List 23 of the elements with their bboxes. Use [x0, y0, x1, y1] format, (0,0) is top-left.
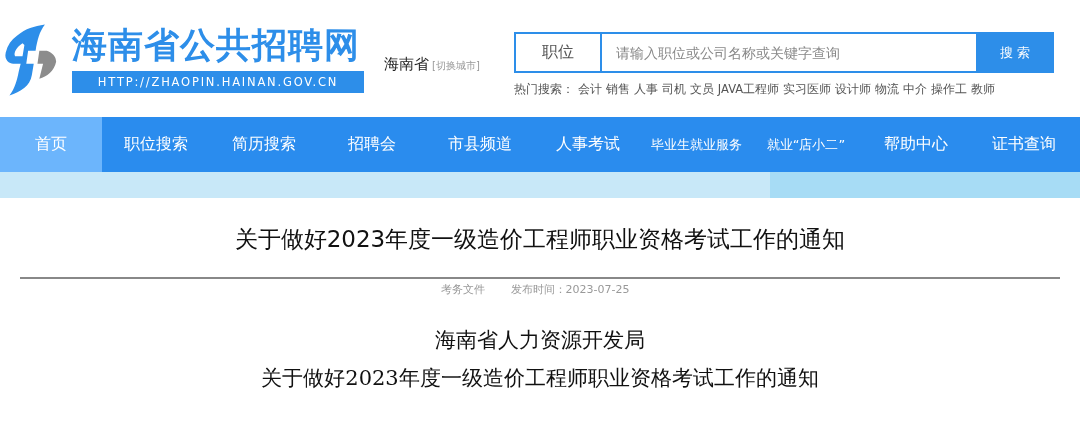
hot-search-link[interactable]: 会计 — [577, 82, 602, 97]
hot-search-link[interactable]: 设计师 — [835, 82, 872, 97]
hot-search-link[interactable]: 物流 — [875, 82, 900, 97]
hot-search-link[interactable]: 中介 — [903, 82, 928, 97]
site-url: HTTP://ZHAOPIN.HAINAN.GOV.CN — [72, 71, 364, 93]
body-heading: 关于做好2023年度一级造价工程师职业资格考试工作的通知 — [260, 365, 820, 392]
publish-date: 发布时间：2023-07-25 — [510, 282, 630, 297]
hot-search-link[interactable]: 实习医师 — [783, 82, 832, 97]
search-field[interactable]: 请输入职位或公司名称或关键字查询 — [601, 32, 976, 73]
hot-search-link[interactable]: JAVA工程师 — [717, 82, 780, 97]
hot-search-link[interactable]: 文员 — [689, 82, 714, 97]
body-heading: 海南省人力资源开发局 — [434, 327, 646, 354]
hot-search-link[interactable]: 司机 — [661, 82, 686, 97]
hot-search-link[interactable]: 操作工 — [931, 82, 968, 97]
city-name: 海南省 — [384, 55, 429, 73]
category-select[interactable]: 职位 — [513, 32, 602, 73]
hot-search-link[interactable]: 销售 — [605, 82, 630, 97]
site-name: 海南省公共招聘网 — [72, 24, 361, 67]
hot-search-link[interactable]: 教师 — [971, 82, 996, 97]
hot-search-label: 热门搜索： — [513, 82, 574, 97]
hot-search-link[interactable]: 人事 — [633, 82, 658, 97]
article-category: 考务文件 — [440, 282, 485, 297]
article-title: 关于做好2023年度一级造价工程师职业资格考试工作的通知 — [233, 225, 847, 254]
